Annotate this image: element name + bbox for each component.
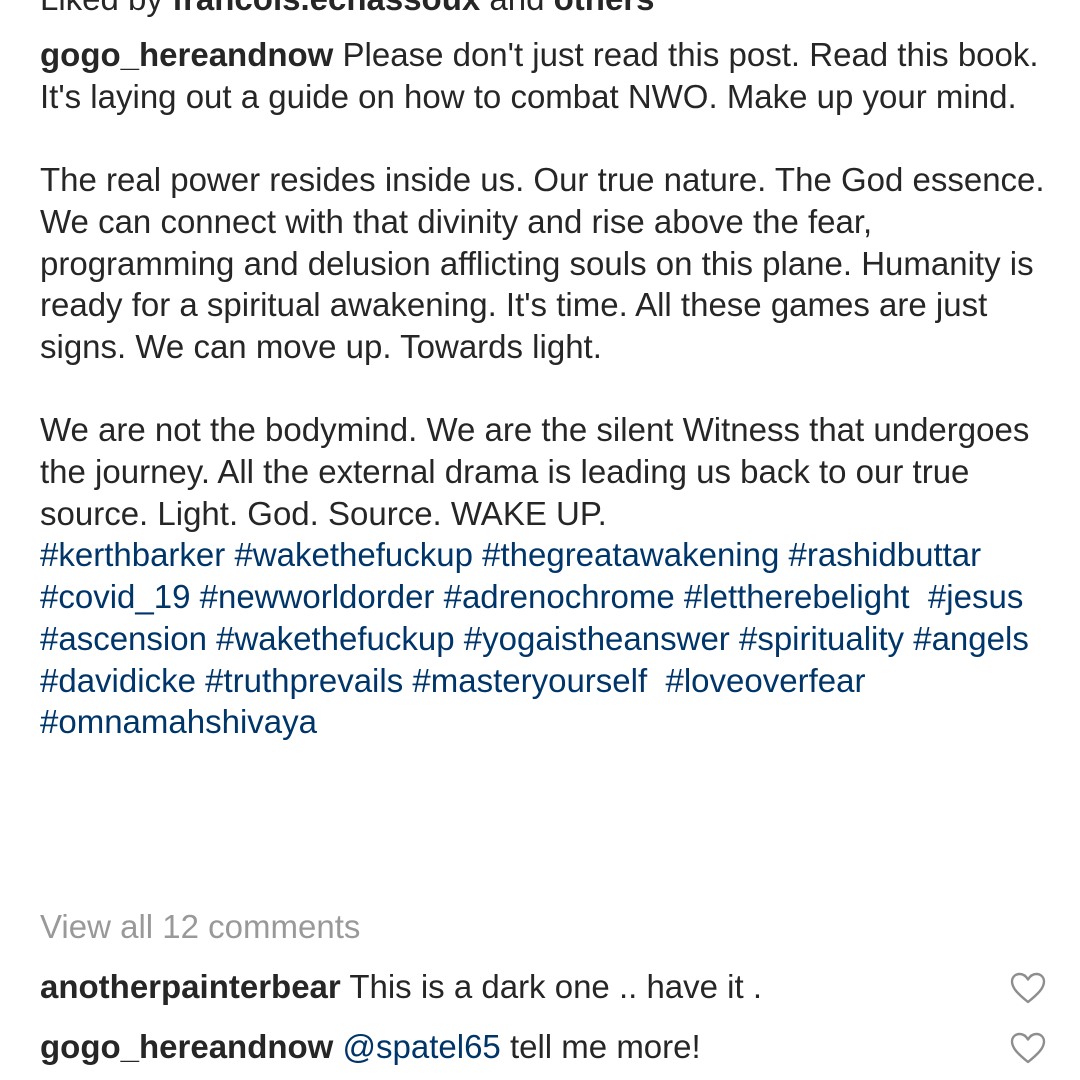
liked-by-line: Liked by francois.echassoux and others: [40, 0, 655, 20]
post-caption: gogo_hereandnow Please don't just read t…: [40, 34, 1050, 743]
hashtag-link[interactable]: #wakethefuckup: [216, 620, 455, 657]
caption-hashtags: #kerthbarker #wakethefuckup #thegreatawa…: [40, 534, 1050, 743]
hashtag-link[interactable]: #davidicke: [40, 662, 196, 699]
liked-by-user-link[interactable]: francois.echassoux: [172, 0, 480, 17]
hashtag-link[interactable]: #kerthbarker: [40, 536, 225, 573]
liked-by-prefix: Liked by: [40, 0, 163, 17]
hashtag-link[interactable]: #lettherebelight: [684, 578, 910, 615]
comment-text: tell me more!: [509, 1028, 701, 1065]
caption-paragraph-2: The real power resides inside us. Our tr…: [40, 161, 1045, 365]
hashtag-link[interactable]: #omnamahshivaya: [40, 703, 317, 740]
caption-username-link[interactable]: gogo_hereandnow: [40, 36, 333, 73]
hashtag-link[interactable]: #masteryourself: [412, 662, 647, 699]
heart-outline-icon: [1010, 972, 1046, 1004]
heart-outline-icon[interactable]: [1010, 1032, 1046, 1064]
hashtag-link[interactable]: #rashidbuttar: [789, 536, 982, 573]
heart-outline-icon: [1010, 1032, 1046, 1064]
hashtag-link[interactable]: #yogaistheanswer: [464, 620, 730, 657]
hashtag-link[interactable]: #truthprevails: [205, 662, 403, 699]
hashtag-link[interactable]: #jesus: [928, 578, 1023, 615]
comment-text: This is a dark one .. have it .: [349, 968, 763, 1005]
hashtag-link[interactable]: #adrenochrome: [444, 578, 675, 615]
caption-paragraph-1: gogo_hereandnow Please don't just read t…: [40, 34, 1050, 117]
hashtag-link[interactable]: #covid_19: [40, 578, 190, 615]
comment-username-link[interactable]: anotherpainterbear: [40, 968, 341, 1005]
comment-row: gogo_hereandnow @spatel65 tell me more!: [40, 1026, 1000, 1068]
comment-row: anotherpainterbear This is a dark one ..…: [40, 966, 1000, 1008]
hashtag-link[interactable]: #wakethefuckup: [234, 536, 473, 573]
comment-mention-link[interactable]: @spatel65: [343, 1028, 501, 1065]
hashtag-link[interactable]: #ascension: [40, 620, 207, 657]
hashtag-link[interactable]: #loveoverfear: [666, 662, 866, 699]
liked-by-others-link[interactable]: others: [554, 0, 655, 17]
heart-outline-icon[interactable]: [1010, 972, 1046, 1004]
comment-username-link[interactable]: gogo_hereandnow: [40, 1028, 333, 1065]
hashtag-link[interactable]: #spirituality: [739, 620, 904, 657]
caption-paragraph-3: We are not the bodymind. We are the sile…: [40, 411, 1030, 532]
hashtag-link[interactable]: #newworldorder: [200, 578, 435, 615]
hashtag-link[interactable]: #thegreatawakening: [482, 536, 779, 573]
hashtag-link[interactable]: #angels: [913, 620, 1029, 657]
liked-by-conjunction: and: [489, 0, 544, 17]
view-all-comments-link[interactable]: View all 12 comments: [40, 906, 360, 948]
